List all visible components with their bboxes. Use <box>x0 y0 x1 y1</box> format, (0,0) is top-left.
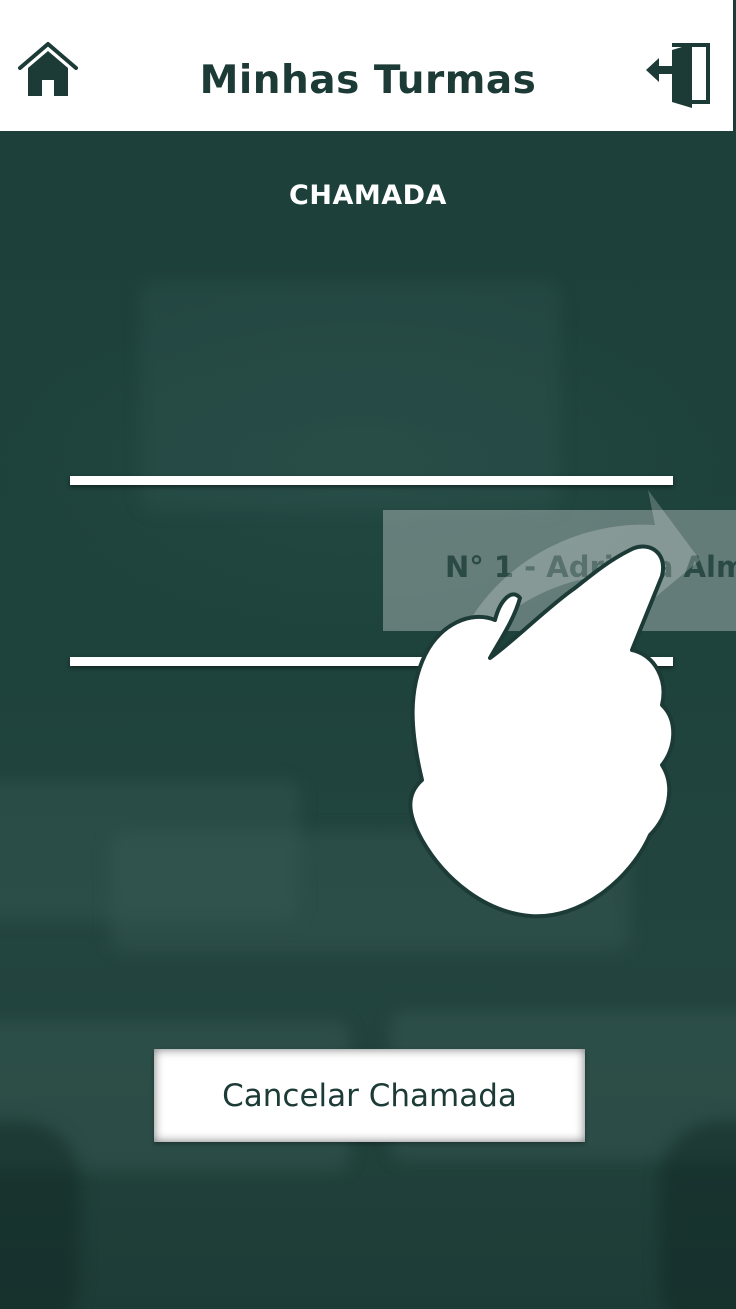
exit-door-icon[interactable] <box>642 40 712 110</box>
attendance-title: CHAMADA <box>289 180 447 211</box>
page-title: Minhas Turmas <box>199 58 537 103</box>
background-chair <box>660 1121 736 1309</box>
attendance-panel: CHAMADA N° 1 - Adriana Almeida Cancelar … <box>0 131 736 1309</box>
cancel-attendance-button[interactable]: Cancelar Chamada <box>154 1049 585 1142</box>
top-bar: Minhas Turmas <box>0 0 736 131</box>
swipe-hand-icon <box>408 490 700 919</box>
background-chair <box>0 1121 80 1309</box>
